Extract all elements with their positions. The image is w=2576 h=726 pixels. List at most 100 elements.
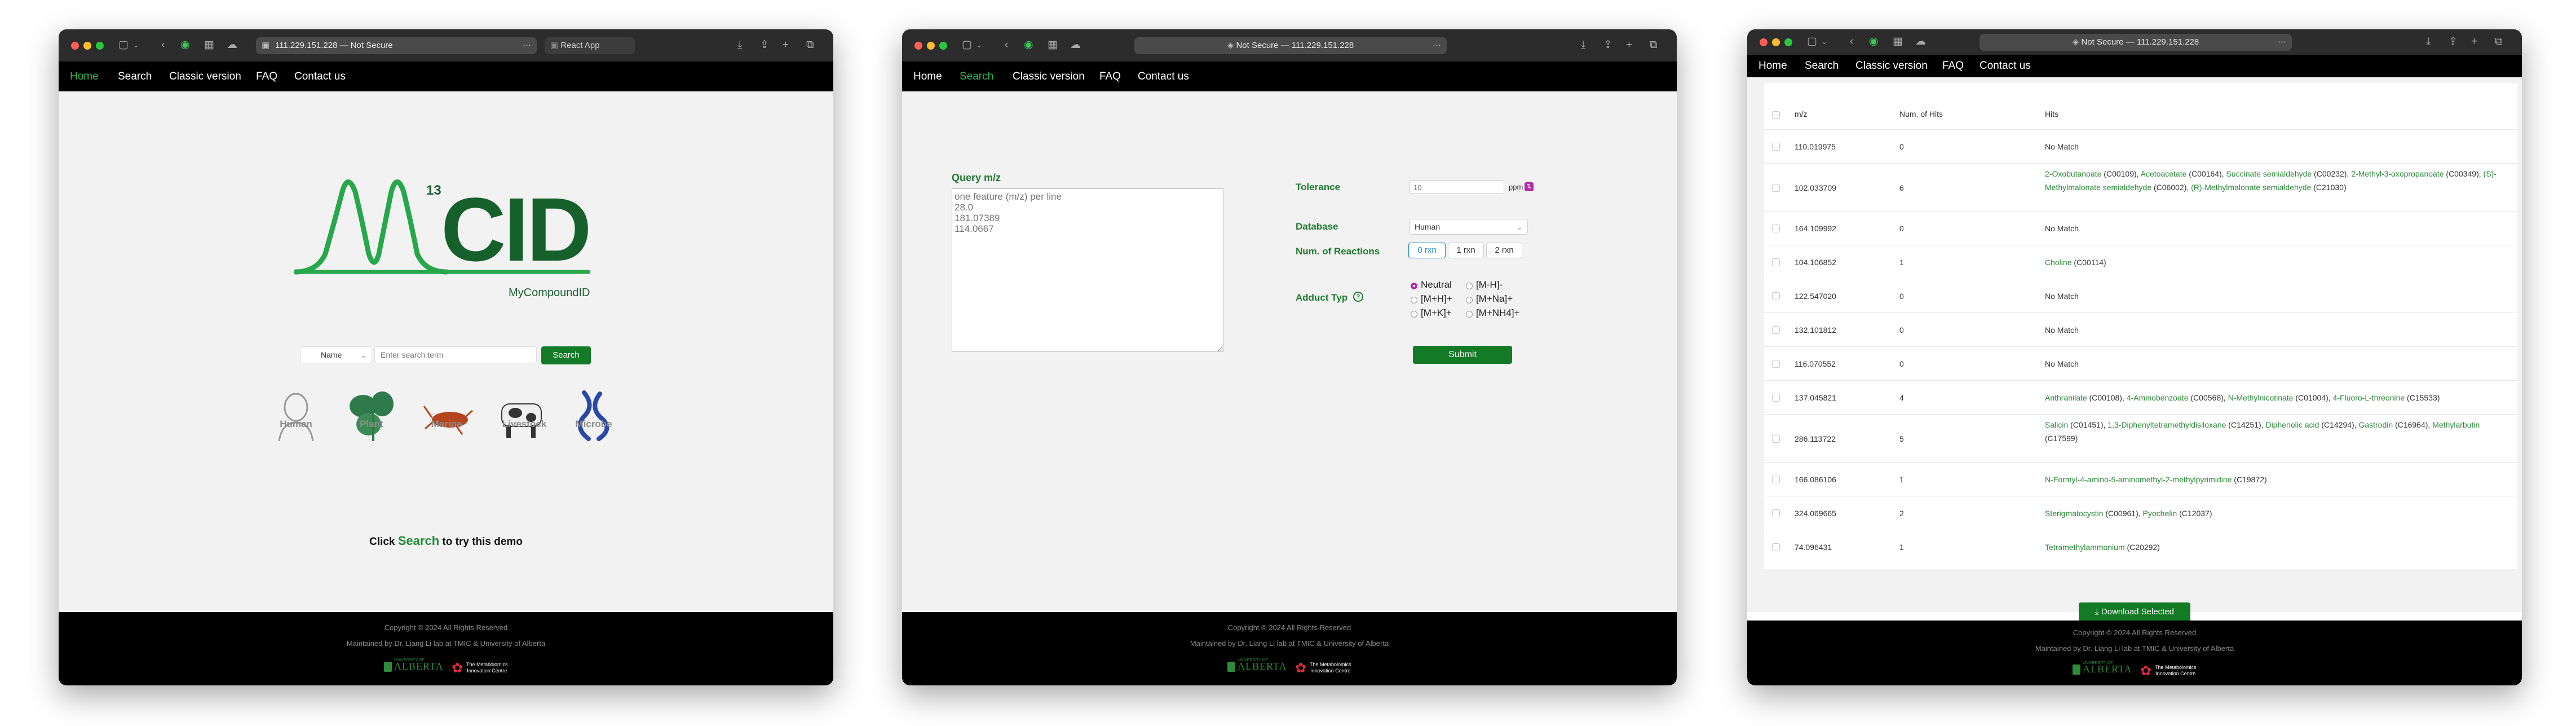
nav-search[interactable]: Search xyxy=(118,61,152,91)
maximize-window-button[interactable] xyxy=(96,42,104,50)
organism-human-label[interactable]: Human xyxy=(273,419,319,430)
nav-classic-version[interactable]: Classic version xyxy=(169,61,241,91)
nav-search[interactable]: Search xyxy=(1805,55,1839,77)
plus-icon[interactable]: + xyxy=(2471,35,2477,49)
table-row[interactable]: 286.113722 5 Salicin (C01451), 1,3-Dipheny… xyxy=(1764,414,2517,462)
info-icon[interactable]: ? xyxy=(1353,292,1363,302)
cloud-icon[interactable]: ☁ xyxy=(1070,38,1081,52)
compound-link[interactable]: Choline xyxy=(2045,258,2071,267)
table-row[interactable]: 116.070552 0 No Match xyxy=(1764,346,2517,380)
query-textarea[interactable] xyxy=(952,188,1223,352)
submit-button[interactable]: Submit xyxy=(1413,346,1512,364)
adduct-m-plus-nh4-label[interactable]: [M+NH4]+ xyxy=(1476,307,1519,319)
grid-icon[interactable]: ▦ xyxy=(1048,38,1058,52)
nav-faq[interactable]: FAQ xyxy=(1942,55,1964,77)
table-row[interactable]: 132.101812 0 No Match xyxy=(1764,313,2517,346)
minimize-window-button[interactable] xyxy=(83,42,91,50)
organism-marine-label[interactable]: Marine xyxy=(424,419,469,430)
nav-faq[interactable]: FAQ xyxy=(256,61,277,91)
organism-microbe-label[interactable]: Microbe xyxy=(571,419,616,430)
nav-search[interactable]: Search xyxy=(960,61,993,91)
radio-m-minus-h[interactable] xyxy=(1466,283,1473,289)
row-checkbox[interactable] xyxy=(1772,434,1780,443)
row-checkbox[interactable] xyxy=(1772,543,1780,551)
table-row[interactable]: 102.033709 6 2-Oxobutanoate (C00109), Acet… xyxy=(1764,163,2517,211)
compound-link[interactable]: 1,3-Diphenyltetramethyldisiloxane xyxy=(2107,420,2226,429)
download-selected-button[interactable]: ⤓ Download Selected xyxy=(2079,602,2190,622)
chevron-down-icon[interactable]: ⌄ xyxy=(133,38,139,52)
maximize-window-button[interactable] xyxy=(1784,38,1792,46)
organism-livestock-label[interactable]: Livestock xyxy=(499,419,550,430)
row-checkbox[interactable] xyxy=(1772,225,1780,232)
radio-m-plus-h[interactable] xyxy=(1411,297,1417,303)
share-icon[interactable]: ⇪ xyxy=(2449,35,2458,49)
close-window-button[interactable] xyxy=(914,42,922,50)
nav-contact-us[interactable]: Contact us xyxy=(1138,61,1189,91)
extension-icon[interactable]: ◉ xyxy=(1024,38,1033,52)
row-checkbox[interactable] xyxy=(1772,360,1780,368)
plant-icon[interactable] xyxy=(346,389,397,442)
nav-home[interactable]: Home xyxy=(1758,55,1787,77)
unit-toggle-icon[interactable]: ⇅ xyxy=(1525,182,1534,191)
minimize-window-button[interactable] xyxy=(1772,38,1780,46)
tabs-icon[interactable]: ⧉ xyxy=(806,38,814,52)
radio-m-plus-k[interactable] xyxy=(1411,311,1417,318)
adduct-neutral-label[interactable]: Neutral xyxy=(1421,279,1452,291)
tolerance-input[interactable] xyxy=(1409,181,1504,194)
more-icon[interactable]: ⋯ xyxy=(1433,37,1441,54)
minimize-window-button[interactable] xyxy=(927,42,935,50)
reaction-1-button[interactable]: 1 rxn xyxy=(1448,243,1484,258)
row-checkbox[interactable] xyxy=(1772,476,1780,483)
table-row[interactable]: 324.069665 2 Sterigmatocystin (C00961), Py… xyxy=(1764,496,2517,530)
organism-plant-label[interactable]: Plant xyxy=(349,419,394,430)
row-checkbox[interactable] xyxy=(1772,509,1780,517)
close-window-button[interactable] xyxy=(71,42,79,50)
share-icon[interactable]: ⇪ xyxy=(1603,38,1612,52)
share-icon[interactable]: ⇪ xyxy=(760,38,769,52)
select-all-checkbox[interactable] xyxy=(1772,111,1780,119)
tab-react-app[interactable]: ▣ React App xyxy=(545,37,635,54)
nav-faq[interactable]: FAQ xyxy=(1099,61,1121,91)
grid-icon[interactable]: ▦ xyxy=(1893,35,1903,49)
compound-link[interactable]: 2-Methyl-3-oxopropanoate xyxy=(2351,169,2444,178)
reaction-2-button[interactable]: 2 rxn xyxy=(1486,243,1522,258)
row-checkbox[interactable] xyxy=(1772,326,1780,334)
compound-link[interactable]: (R)-Methylmalonate semialdehyde xyxy=(2191,183,2311,192)
more-icon[interactable]: ⋯ xyxy=(523,37,531,54)
compound-link[interactable]: Anthranilate xyxy=(2045,393,2087,402)
grid-icon[interactable]: ▦ xyxy=(204,38,214,52)
microbe-icon[interactable] xyxy=(573,389,615,441)
adduct-m-minus-h-label[interactable]: [M-H]- xyxy=(1476,279,1503,291)
close-window-button[interactable] xyxy=(1760,38,1768,46)
back-icon[interactable]: ‹ xyxy=(1850,35,1853,49)
extension-icon[interactable]: ◉ xyxy=(1869,35,1879,49)
compound-link[interactable]: Pyochelin xyxy=(2143,509,2177,518)
tabs-icon[interactable]: ⧉ xyxy=(2495,35,2503,49)
nav-classic-version[interactable]: Classic version xyxy=(1855,55,1928,77)
row-checkbox[interactable] xyxy=(1772,183,1780,192)
address-bar[interactable]: ◈ Not Secure — 111.229.151.228 ⋯ xyxy=(1980,34,2292,51)
table-row[interactable]: 104.106852 1 Choline (C00114) xyxy=(1764,245,2517,279)
adduct-m-plus-k-label[interactable]: [M+K]+ xyxy=(1421,307,1452,319)
cloud-icon[interactable]: ☁ xyxy=(1915,35,1926,49)
radio-m-plus-nh4[interactable] xyxy=(1466,311,1473,318)
more-icon[interactable]: ⋯ xyxy=(2278,34,2286,51)
compound-link[interactable]: N-Methylnicotinate xyxy=(2228,393,2294,402)
search-input[interactable] xyxy=(374,346,537,363)
adduct-m-plus-na-label[interactable]: [M+Na]+ xyxy=(1476,293,1513,305)
download-icon[interactable]: ⤓ xyxy=(2426,35,2431,49)
livestock-icon[interactable] xyxy=(496,396,549,440)
plus-icon[interactable]: + xyxy=(783,38,789,52)
cta-search-link[interactable]: Search xyxy=(398,534,439,548)
radio-m-plus-na[interactable] xyxy=(1466,297,1473,303)
database-select[interactable]: Human ⌄ xyxy=(1409,219,1528,235)
compound-link[interactable]: Sterigmatocystin xyxy=(2045,509,2103,518)
search-type-select[interactable]: Name ⌄ xyxy=(300,346,372,363)
nav-home[interactable]: Home xyxy=(913,61,942,91)
sidebar-icon[interactable]: ▢ xyxy=(118,38,129,52)
nav-contact-us[interactable]: Contact us xyxy=(294,61,346,91)
radio-neutral[interactable] xyxy=(1411,283,1417,289)
nav-classic-version[interactable]: Classic version xyxy=(1013,61,1085,91)
compound-link[interactable]: Diphenolic acid xyxy=(2265,420,2319,429)
address-bar[interactable]: ▣ 111.229.151.228 — Not Secure ⋯ xyxy=(256,37,537,54)
